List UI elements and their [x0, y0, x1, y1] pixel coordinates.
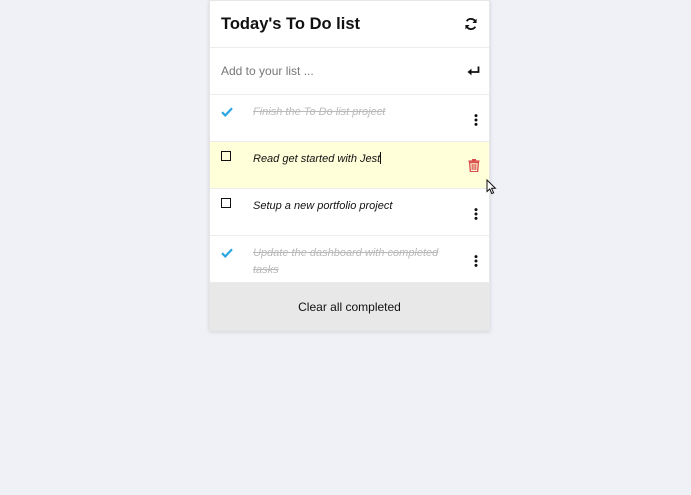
- checkmark-icon[interactable]: [221, 104, 233, 117]
- task-item: Update the dashboard with completed task…: [210, 236, 489, 283]
- task-text[interactable]: Finish the To Do list project: [253, 104, 453, 121]
- trash-icon[interactable]: [468, 159, 480, 173]
- task-checkbox[interactable]: [221, 198, 231, 208]
- task-text[interactable]: Update the dashboard with completed task…: [253, 245, 453, 278]
- todo-card: Today's To Do list Finish the To Do lis: [209, 0, 490, 331]
- add-task-row: [210, 48, 489, 95]
- task-item: Setup a new portfolio project: [210, 189, 489, 236]
- checkmark-icon[interactable]: [221, 245, 233, 258]
- more-options-icon[interactable]: [473, 113, 479, 126]
- header: Today's To Do list: [210, 1, 489, 48]
- clear-completed-button[interactable]: Clear all completed: [210, 283, 489, 330]
- more-options-icon[interactable]: [473, 207, 479, 220]
- task-item: Finish the To Do list project: [210, 95, 489, 142]
- add-task-input[interactable]: [221, 64, 466, 78]
- text-caret: [380, 152, 382, 164]
- more-options-icon[interactable]: [473, 254, 479, 267]
- task-edit-input[interactable]: Read get started with Jest: [253, 151, 453, 168]
- refresh-icon[interactable]: [464, 17, 478, 31]
- task-text[interactable]: Setup a new portfolio project: [253, 198, 453, 215]
- task-checkbox[interactable]: [221, 151, 231, 161]
- task-item: Read get started with Jest: [210, 142, 489, 189]
- task-text: Read get started with Jest: [253, 153, 381, 165]
- page-title: Today's To Do list: [221, 14, 360, 33]
- mouse-pointer-icon: [486, 178, 498, 195]
- enter-icon[interactable]: [466, 65, 480, 77]
